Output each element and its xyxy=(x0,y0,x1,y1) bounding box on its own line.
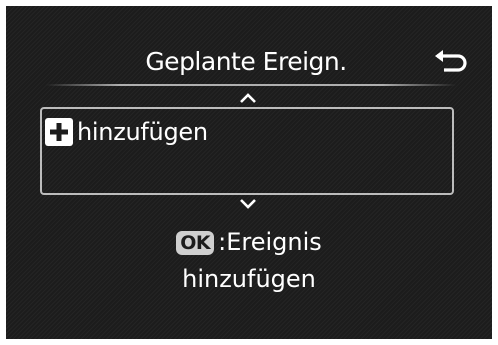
ok-button-badge: OK xyxy=(176,230,215,255)
hint-action-text: :Ereignis xyxy=(218,228,322,256)
hint-line-2: hinzufügen xyxy=(182,265,316,293)
camera-menu-screen: Geplante Ereign. hinzufügen OK :Ereignis… xyxy=(6,6,492,339)
chevron-down-icon xyxy=(240,199,256,209)
title-divider xyxy=(46,84,456,86)
page-title: Geplante Ereign. xyxy=(145,47,347,76)
add-item-label: hinzufügen xyxy=(77,118,208,146)
hint-line-1: OK :Ereignis xyxy=(6,224,492,261)
return-arrow-icon[interactable] xyxy=(430,48,470,74)
list-item-add[interactable]: hinzufügen xyxy=(44,114,208,150)
button-hint: OK :Ereignis hinzufügen xyxy=(6,224,492,298)
chevron-up-icon xyxy=(240,93,256,103)
event-list: hinzufügen xyxy=(40,107,454,195)
plus-box-icon xyxy=(45,118,73,146)
